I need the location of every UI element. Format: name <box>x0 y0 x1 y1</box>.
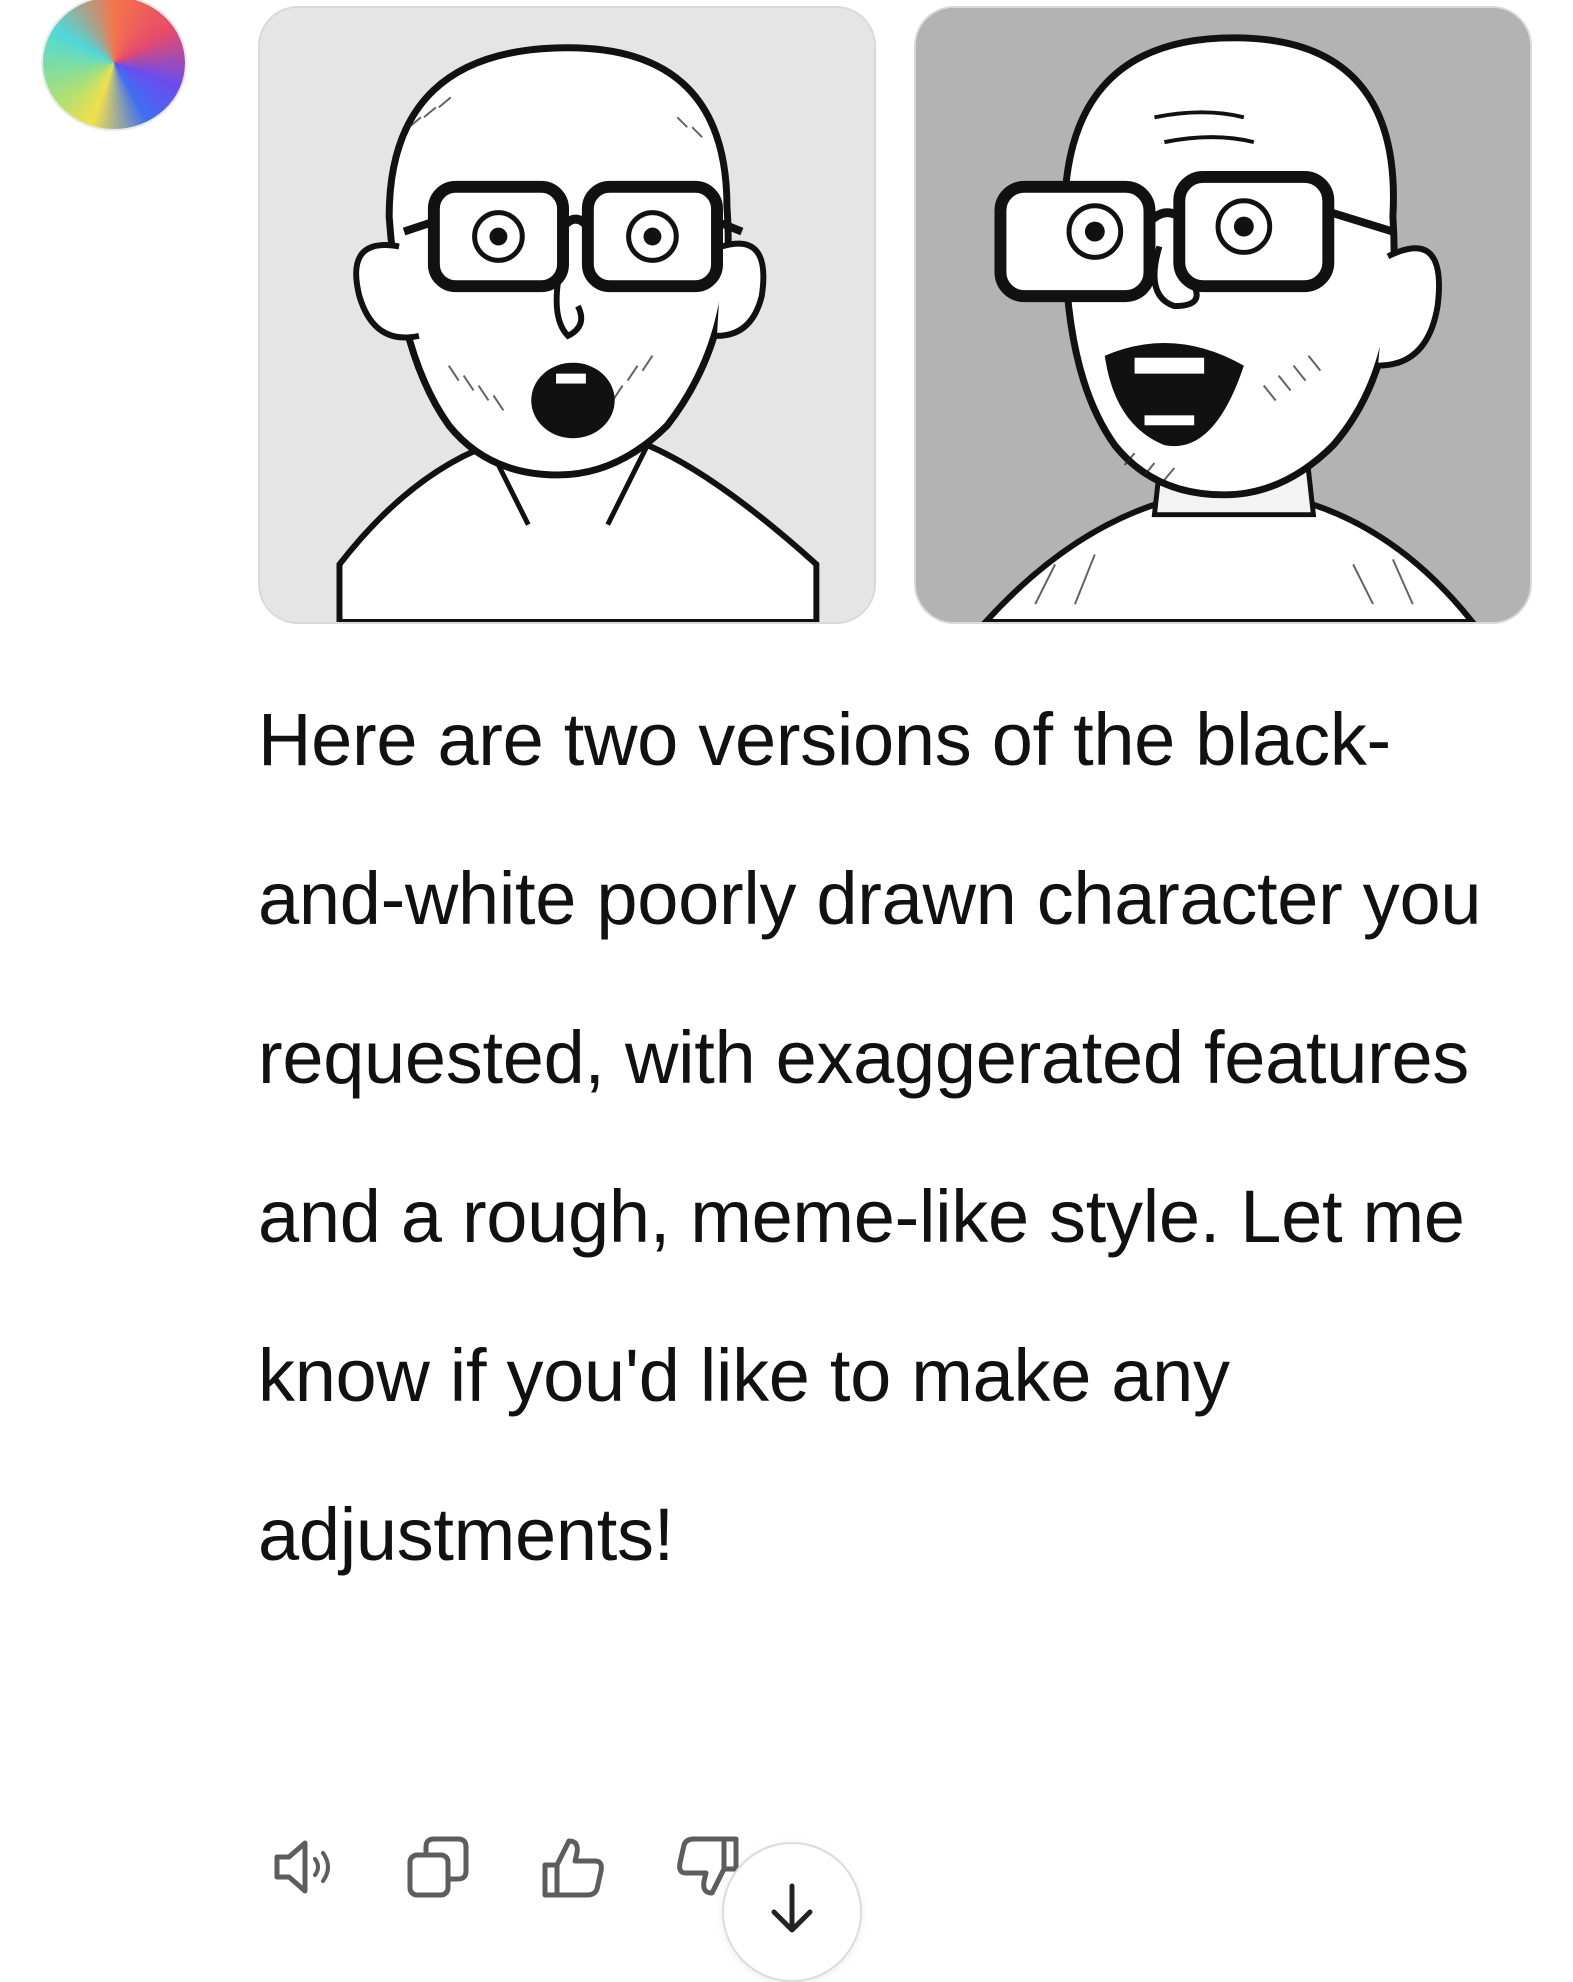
generated-image-1[interactable] <box>258 6 876 624</box>
assistant-avatar-icon <box>43 0 185 129</box>
speaker-icon <box>274 1840 330 1894</box>
assistant-message-text: Here are two versions of the black-and-w… <box>258 698 1482 1576</box>
scroll-to-bottom-button[interactable] <box>722 1842 862 1982</box>
cartoon-face-illustration-2 <box>916 8 1530 622</box>
copy-button[interactable] <box>393 1822 483 1912</box>
copy-icon <box>407 1836 469 1898</box>
like-button[interactable] <box>528 1822 618 1912</box>
cartoon-face-illustration-1 <box>260 8 874 622</box>
thumbs-up-icon <box>542 1838 604 1898</box>
arrow-down-icon <box>771 1883 813 1933</box>
read-aloud-button[interactable] <box>258 1822 348 1912</box>
generated-images <box>258 6 1534 626</box>
generated-image-2[interactable] <box>914 6 1532 624</box>
